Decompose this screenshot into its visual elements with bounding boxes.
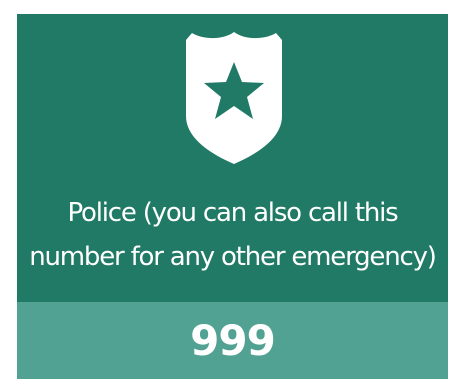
card-header-area: Police (you can also call this number fo…	[17, 14, 448, 302]
number-bar[interactable]: 999	[17, 302, 448, 379]
emergency-service-card[interactable]: Police (you can also call this number fo…	[17, 14, 448, 379]
police-badge-icon	[186, 32, 282, 164]
emergency-number[interactable]: 999	[17, 302, 448, 379]
service-label: Police (you can also call this number fo…	[29, 198, 437, 272]
